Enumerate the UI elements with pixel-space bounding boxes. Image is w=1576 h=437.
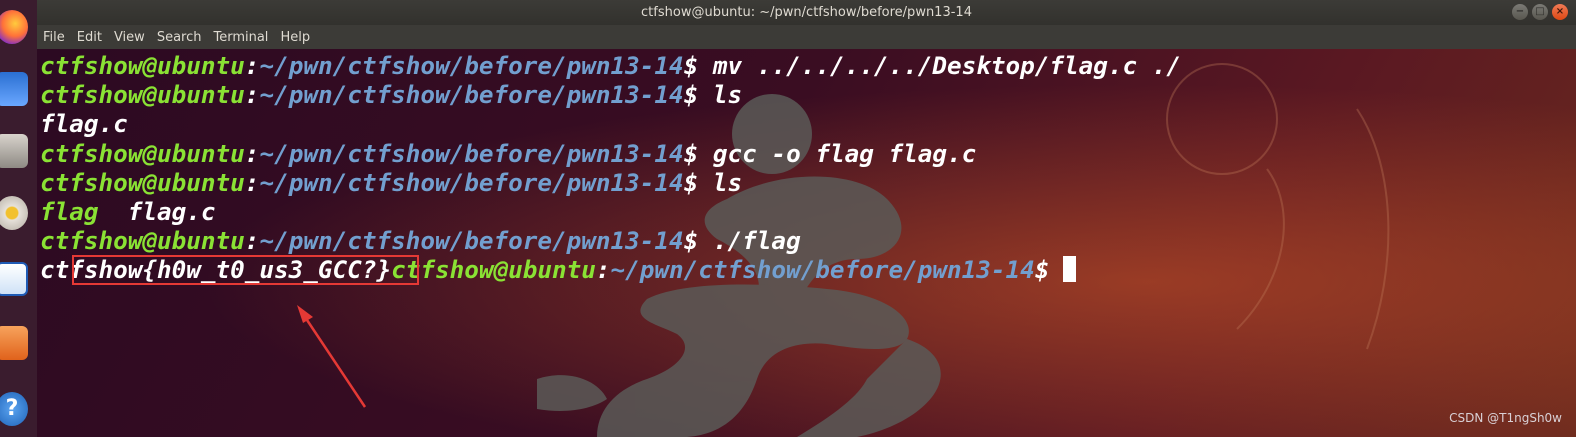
window-titlebar[interactable]: ctfshow@ubuntu: ~/pwn/ctfshow/before/pwn…: [37, 0, 1576, 25]
writer-icon[interactable]: [0, 262, 28, 296]
maximize-button[interactable]: □: [1532, 4, 1548, 20]
terminal-window: ctfshow@ubuntu: ~/pwn/ctfshow/before/pwn…: [37, 0, 1576, 437]
terminal-output: ctfshow@ubuntu:~/pwn/ctfshow/before/pwn1…: [40, 51, 1181, 285]
menu-edit[interactable]: Edit: [77, 30, 102, 45]
launcher-dock: ?: [0, 0, 38, 437]
terminal-line: ctfshow@ubuntu:~/pwn/ctfshow/before/pwn1…: [40, 80, 743, 110]
watermark: CSDN @T1ngSh0w: [1449, 411, 1562, 425]
menu-terminal[interactable]: Terminal: [213, 30, 268, 45]
flag-highlight-box: [72, 255, 419, 285]
terminal-line: flag flag.c: [40, 196, 216, 226]
terminal-line: ctfshow@ubuntu:~/pwn/ctfshow/before/pwn1…: [40, 138, 977, 168]
terminal-line: ctfshow@ubuntu:~/pwn/ctfshow/before/pwn1…: [40, 226, 801, 256]
menu-help[interactable]: Help: [280, 30, 310, 45]
software-icon[interactable]: [0, 326, 28, 360]
menu-view[interactable]: View: [114, 30, 145, 45]
help-icon[interactable]: ?: [0, 392, 28, 426]
text-cursor: [1063, 256, 1077, 283]
mail-icon[interactable]: [0, 72, 28, 106]
files-icon[interactable]: [0, 134, 28, 168]
menu-bar: File Edit View Search Terminal Help: [37, 25, 1576, 49]
minimize-button[interactable]: −: [1512, 4, 1528, 20]
rhythmbox-icon[interactable]: [0, 196, 28, 230]
terminal-area[interactable]: ctfshow@ubuntu:~/pwn/ctfshow/before/pwn1…: [37, 49, 1576, 437]
terminal-line: ctfshow@ubuntu:~/pwn/ctfshow/before/pwn1…: [40, 51, 1182, 80]
firefox-icon[interactable]: [0, 10, 28, 44]
close-button[interactable]: ×: [1552, 4, 1568, 20]
terminal-line: ctfshow@ubuntu:~/pwn/ctfshow/before/pwn1…: [40, 167, 743, 197]
menu-file[interactable]: File: [43, 30, 65, 45]
terminal-line: flag.c: [40, 109, 128, 139]
window-title: ctfshow@ubuntu: ~/pwn/ctfshow/before/pwn…: [641, 5, 972, 20]
menu-search[interactable]: Search: [157, 30, 202, 45]
